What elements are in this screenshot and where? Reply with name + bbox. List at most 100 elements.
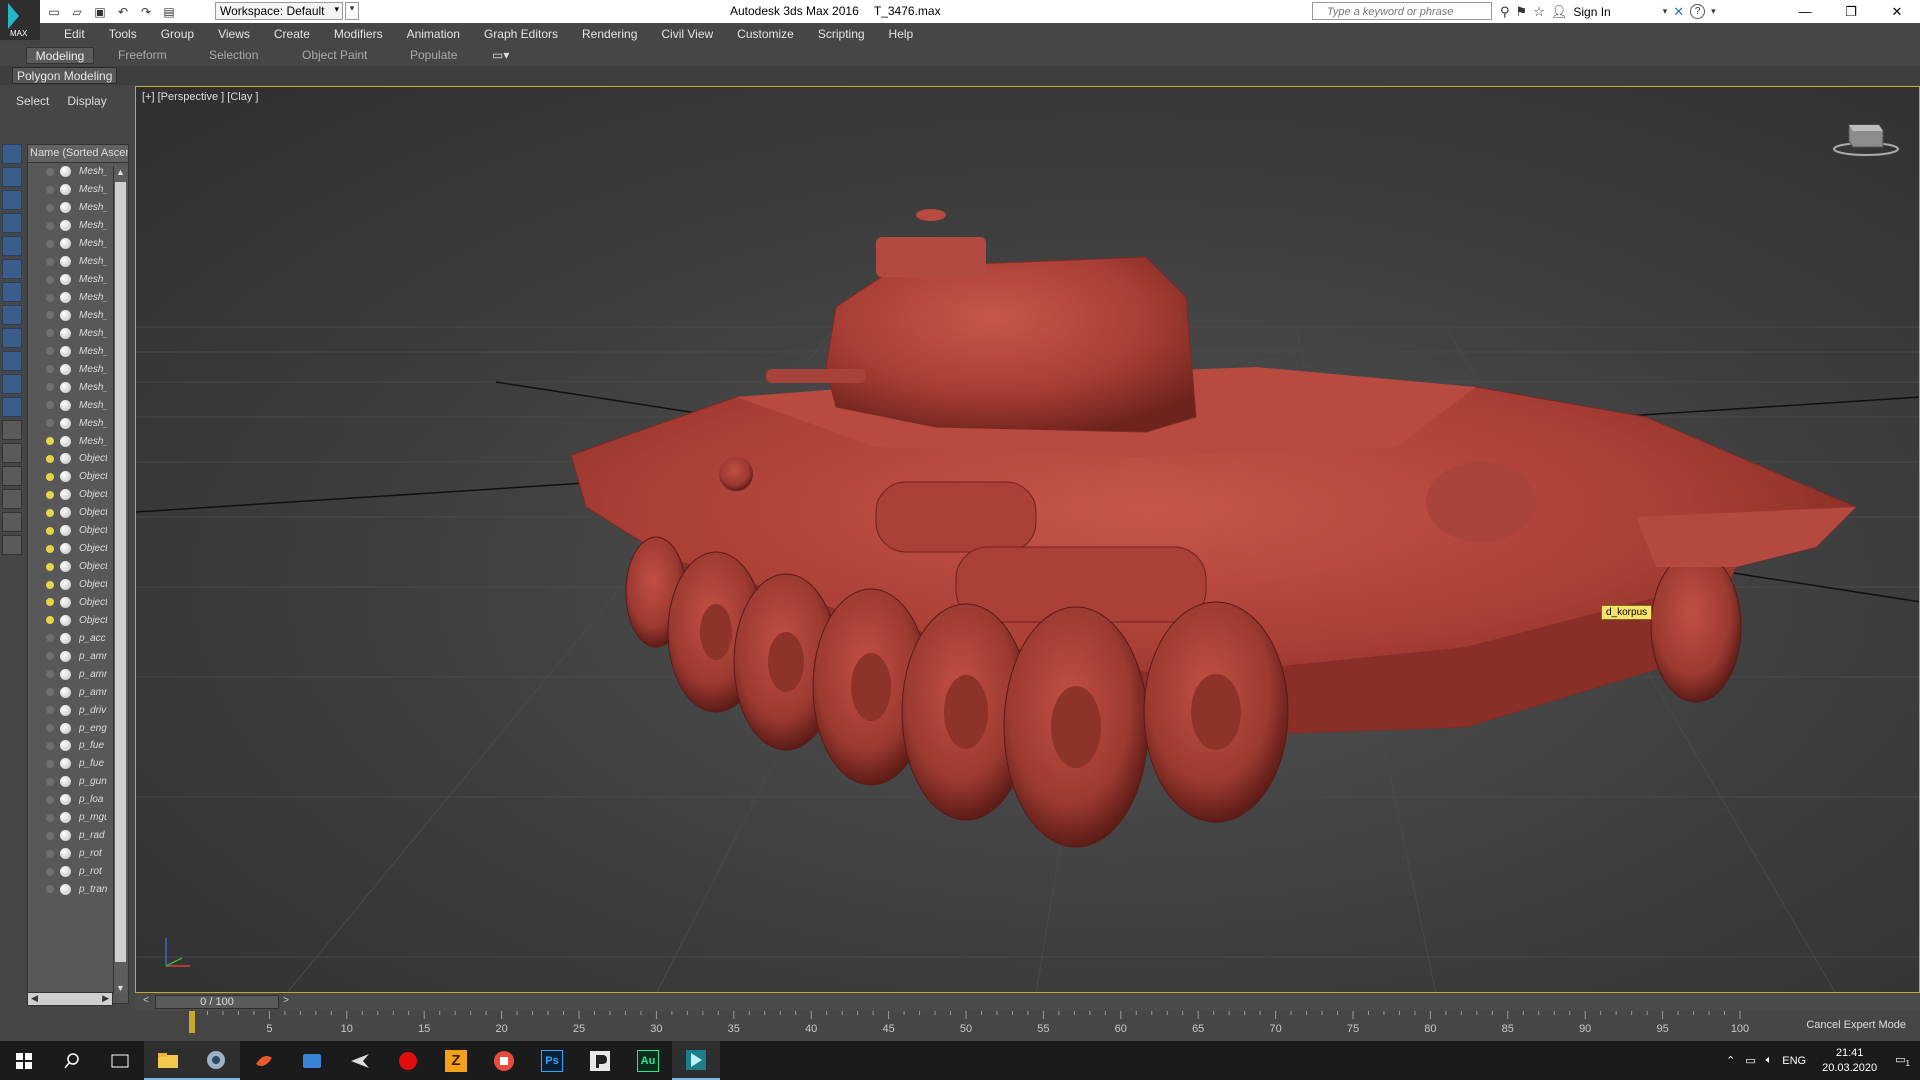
light-bulb-icon[interactable] [46, 311, 54, 320]
light-bulb-icon[interactable] [46, 849, 54, 858]
horizontal-scrollbar[interactable]: ◀ ▶ [27, 992, 113, 1006]
sign-in-button[interactable]: Sign In [1573, 5, 1610, 19]
volume-icon[interactable]: 🔈︎ [1766, 1054, 1773, 1067]
scroll-up-icon[interactable]: ▲ [116, 167, 125, 177]
light-bulb-icon[interactable] [46, 293, 54, 302]
light-bulb-icon[interactable] [46, 419, 54, 428]
light-bulb-icon[interactable] [46, 437, 54, 446]
new-file-icon[interactable]: ▭ [44, 3, 64, 21]
light-bulb-icon[interactable] [46, 221, 54, 230]
light-bulb-icon[interactable] [46, 544, 54, 553]
light-bulb-icon[interactable] [46, 454, 54, 463]
audition-icon[interactable]: Au [624, 1041, 672, 1080]
light-bulb-icon[interactable] [46, 383, 54, 392]
display-shapes-icon[interactable] [2, 190, 22, 210]
light-bulb-icon[interactable] [46, 203, 54, 212]
minimize-icon[interactable]: — [1782, 0, 1828, 23]
light-bulb-icon[interactable] [46, 741, 54, 750]
column-header-name[interactable]: Name (Sorted Ascending) [28, 145, 128, 163]
sort-icon[interactable] [2, 535, 22, 555]
menu-rendering[interactable]: Rendering [570, 27, 649, 41]
app-logo[interactable]: MAX [0, 0, 40, 40]
app-icon[interactable] [336, 1041, 384, 1080]
light-bulb-icon[interactable] [46, 831, 54, 840]
display-lights-icon[interactable] [2, 213, 22, 233]
viewcube[interactable] [1831, 117, 1901, 157]
app-icon[interactable] [480, 1041, 528, 1080]
light-bulb-icon[interactable] [46, 616, 54, 625]
exchange-icon[interactable]: ✕ [1673, 4, 1684, 20]
tab-modeling[interactable]: Modeling [26, 47, 94, 64]
chevron-down-icon[interactable]: ▾ [1711, 6, 1716, 17]
tab-object-paint[interactable]: Object Paint [296, 47, 373, 64]
light-bulb-icon[interactable] [46, 652, 54, 661]
menu-create[interactable]: Create [262, 27, 322, 41]
menu-display[interactable]: Display [67, 94, 106, 110]
scrollbar-thumb[interactable] [115, 182, 126, 962]
search-icon[interactable] [48, 1041, 96, 1080]
display-influences-icon[interactable] [2, 443, 22, 463]
light-bulb-icon[interactable] [46, 813, 54, 822]
display-cameras-icon[interactable] [2, 236, 22, 256]
cancel-expert-mode-button[interactable]: Cancel Expert Mode [1786, 1011, 1906, 1041]
filter-icon[interactable] [2, 489, 22, 509]
light-bulb-icon[interactable] [46, 706, 54, 715]
light-bulb-icon[interactable] [46, 885, 54, 894]
menu-graph-editors[interactable]: Graph Editors [472, 27, 570, 41]
display-frozen-icon[interactable] [2, 397, 22, 417]
workspace-dropdown[interactable]: Workspace: Default ▾ [215, 2, 343, 20]
time-next-button[interactable]: > [279, 995, 293, 1009]
light-bulb-icon[interactable] [46, 724, 54, 733]
light-bulb-icon[interactable] [46, 185, 54, 194]
menu-help[interactable]: Help [877, 27, 926, 41]
time-prev-button[interactable]: < [139, 995, 153, 1009]
display-bones-icon[interactable] [2, 351, 22, 371]
file-explorer-icon[interactable] [144, 1041, 192, 1080]
perspective-viewport[interactable]: [+] [Perspective ] [Clay ] d_korpus [135, 86, 1920, 993]
light-bulb-icon[interactable] [46, 580, 54, 589]
star-icon[interactable]: ☆ [1533, 4, 1545, 20]
light-bulb-icon[interactable] [46, 275, 54, 284]
task-view-icon[interactable] [96, 1041, 144, 1080]
light-bulb-icon[interactable] [46, 759, 54, 768]
light-bulb-icon[interactable] [46, 508, 54, 517]
scroll-right-icon[interactable]: ▶ [102, 993, 109, 1004]
light-bulb-icon[interactable] [46, 490, 54, 499]
light-bulb-icon[interactable] [46, 401, 54, 410]
light-bulb-icon[interactable] [46, 347, 54, 356]
polygon-modeling-button[interactable]: Polygon Modeling [12, 67, 118, 84]
scroll-left-icon[interactable]: ◀ [31, 993, 38, 1004]
display-spacewarps-icon[interactable] [2, 282, 22, 302]
light-bulb-icon[interactable] [46, 472, 54, 481]
notification-icon[interactable]: ▭1 [1895, 1053, 1910, 1068]
display-all-icon[interactable] [2, 466, 22, 486]
start-icon[interactable] [0, 1041, 48, 1080]
light-bulb-icon[interactable] [46, 670, 54, 679]
app-icon[interactable] [240, 1041, 288, 1080]
communication-icon[interactable]: ⚑ [1516, 4, 1528, 20]
menu-views[interactable]: Views [206, 27, 262, 41]
chevron-up-icon[interactable]: ⌃ [1726, 1054, 1735, 1067]
display-none-icon[interactable] [2, 144, 22, 164]
menu-civil-view[interactable]: Civil View [649, 27, 725, 41]
menu-edit[interactable]: Edit [52, 27, 97, 41]
light-bulb-icon[interactable] [46, 598, 54, 607]
chevron-down-icon[interactable]: ▾ [1663, 6, 1668, 17]
menu-group[interactable]: Group [149, 27, 206, 41]
clock[interactable]: 21:41 20.03.2020 [1822, 1046, 1877, 1076]
light-bulb-icon[interactable] [46, 688, 54, 697]
display-children-icon[interactable] [2, 420, 22, 440]
app-icon[interactable] [576, 1041, 624, 1080]
workspace-menu-button[interactable]: ▾ [345, 2, 359, 20]
light-bulb-icon[interactable] [46, 777, 54, 786]
ribbon-options-icon[interactable]: ▭▾ [486, 47, 515, 64]
language-indicator[interactable]: ENG [1782, 1055, 1806, 1067]
network-icon[interactable]: ▭ [1745, 1054, 1755, 1067]
tab-selection[interactable]: Selection [203, 47, 264, 64]
menu-animation[interactable]: Animation [395, 27, 472, 41]
photoshop-icon[interactable]: Ps [528, 1041, 576, 1080]
menu-scripting[interactable]: Scripting [806, 27, 877, 41]
time-cursor[interactable] [189, 1011, 195, 1033]
light-bulb-icon[interactable] [46, 526, 54, 535]
scroll-down-icon[interactable]: ▼ [116, 983, 125, 993]
